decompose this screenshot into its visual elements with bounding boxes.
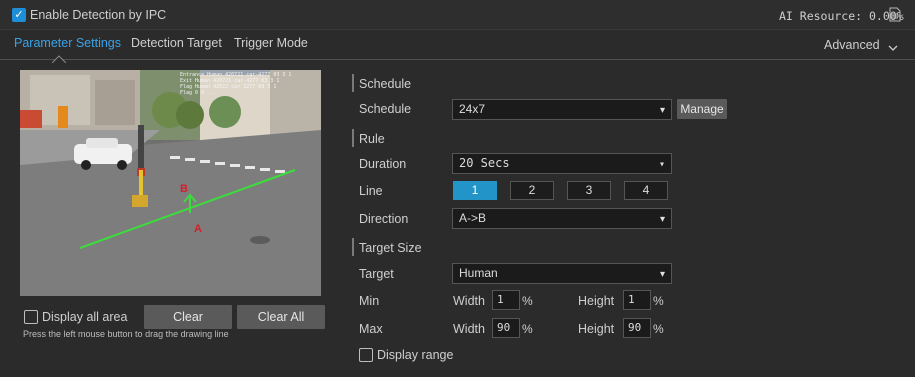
enable-detection-label: Enable Detection by IPC [30,8,167,22]
chevron-down-icon: ▾ [658,159,665,170]
schedule-label: Schedule [359,102,412,116]
chevron-down-icon[interactable] [888,41,898,55]
drawing-hint: Press the left mouse button to drag the … [23,329,229,339]
min-height-input[interactable]: 1 [623,290,651,310]
point-a-label: A [194,223,202,235]
schedule-value: 24x7 [459,102,486,116]
header-bar: ✓ Enable Detection by IPC AI Resource: 0… [0,0,915,30]
ai-resource-label: AI Resource: 0.00% [779,9,904,23]
max-label: Max [359,322,383,336]
direction-select[interactable]: A->B ▾ [452,208,672,229]
max-height-input[interactable]: 90 [623,318,651,338]
clear-all-button[interactable]: Clear All [237,305,325,329]
chevron-down-icon: ▾ [659,269,665,280]
max-width-input[interactable]: 90 [492,318,520,338]
rule-section-title: Rule [359,132,385,146]
tab-trigger-mode[interactable]: Trigger Mode [234,36,308,50]
duration-value: 20 Secs [459,156,510,170]
target-select[interactable]: Human ▾ [452,263,672,284]
display-all-area-checkbox[interactable] [24,310,38,324]
document-icon[interactable] [889,7,901,25]
display-all-area-label: Display all area [42,310,128,324]
point-b-label: B [180,183,188,195]
line-label: Line [359,184,383,198]
chevron-down-icon: ▾ [659,214,665,225]
min-width-unit: % [522,294,533,308]
max-height-unit: % [653,322,664,336]
enable-detection-checkbox[interactable]: ✓ [12,8,26,22]
active-tab-pointer [51,52,67,66]
min-width-input[interactable]: 1 [492,290,520,310]
target-label: Target [359,267,394,281]
overlay-text-4: Flag 0 0 ... [180,90,216,96]
direction-value: A->B [459,211,487,225]
min-height-label: Height [578,294,615,308]
target-size-section-marker [352,238,354,256]
tab-bar: Parameter Settings Detection Target Trig… [0,30,915,64]
min-label: Min [359,294,380,308]
tab-parameter-settings[interactable]: Parameter Settings [14,36,121,50]
min-height-unit: % [653,294,664,308]
direction-label: Direction [359,212,409,226]
duration-select[interactable]: 20 Secs ▾ [452,153,672,174]
schedule-select[interactable]: 24x7 ▾ [452,99,672,120]
max-width-unit: % [522,322,533,336]
line-button-3[interactable]: 3 [567,181,611,200]
display-range-checkbox[interactable] [359,348,373,362]
advanced-dropdown[interactable]: Advanced [824,38,880,52]
clear-button[interactable]: Clear [144,305,232,329]
schedule-section-title: Schedule [359,77,412,91]
line-button-4[interactable]: 4 [624,181,668,200]
line-button-2[interactable]: 2 [510,181,554,200]
min-width-label: Width [453,294,485,308]
manage-button[interactable]: Manage [677,99,727,119]
target-size-section-title: Target Size [359,241,422,255]
rule-section-marker [352,129,354,147]
max-height-label: Height [578,322,615,336]
line-button-1[interactable]: 1 [453,181,497,200]
schedule-section-marker [352,74,354,92]
video-preview[interactable]: Entrance Human 420721 car-4277 03 3 1 Ex… [20,70,321,296]
tab-detection-target[interactable]: Detection Target [131,36,222,50]
display-range-label: Display range [377,348,454,362]
chevron-down-icon: ▾ [659,105,665,116]
target-value: Human [459,266,498,280]
max-width-label: Width [453,322,485,336]
duration-label: Duration [359,157,407,171]
